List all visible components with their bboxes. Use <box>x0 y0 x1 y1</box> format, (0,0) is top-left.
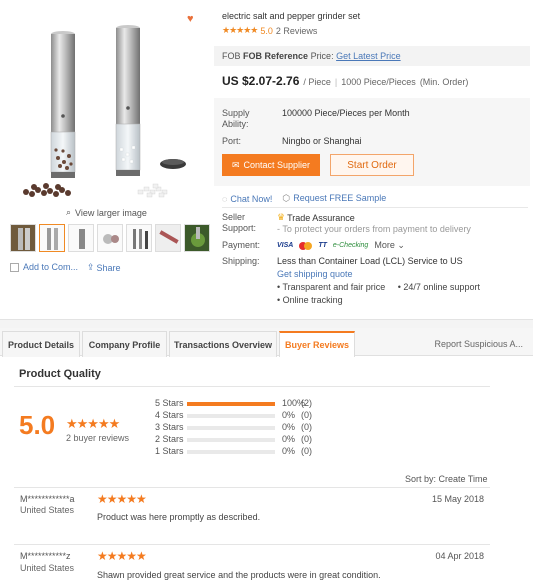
rating-stars-icon: ★★★★★ <box>222 25 258 35</box>
get-latest-price-link[interactable]: Get Latest Price <box>336 51 401 61</box>
tt-icon: TT <box>318 242 327 249</box>
quality-score: 5.0 <box>19 410 56 440</box>
add-to-compare[interactable]: Add to Com... <box>10 262 78 272</box>
review-stars-icon: ★★★★★ <box>97 549 147 563</box>
reviewer-country: United States <box>20 563 75 573</box>
trade-assurance-note: - To protect your orders from payment to… <box>277 224 471 234</box>
thumbnail-2[interactable] <box>39 224 65 252</box>
reviewer-name: M***********z <box>20 551 71 561</box>
echecking-icon: e-Checking <box>332 242 369 249</box>
thumbnail-7[interactable] <box>184 224 210 252</box>
thumbnail-strip <box>10 224 210 252</box>
share-icon: ⇪ <box>87 262 95 272</box>
bullet-row: • Transparent and fair price • 24/7 onli… <box>277 282 480 292</box>
reviews-section: Product Details Company Profile Transact… <box>0 328 533 588</box>
main-product-image[interactable] <box>8 8 208 204</box>
review-stars-icon: ★★★★★ <box>97 492 147 506</box>
chat-row: ◌ Chat Now! ⬡ Request FREE Sample <box>222 193 386 204</box>
contact-supplier-button[interactable]: ✉ Contact Supplier <box>222 154 320 176</box>
more-payments-dropdown[interactable]: More ⌄ <box>374 240 405 251</box>
product-title: electric salt and pepper grinder set <box>222 11 361 21</box>
trade-assurance[interactable]: ♛ Trade Assurance <box>277 212 355 223</box>
report-suspicious-link[interactable]: Report Suspicious A... <box>434 339 523 349</box>
reviewer-country: United States <box>20 505 75 515</box>
moq-note: (Min. Order) <box>419 77 469 87</box>
product-rating: ★★★★★ 5.0 2 Reviews <box>222 25 318 36</box>
reviewer-name: M************a <box>20 494 75 504</box>
request-sample-link[interactable]: ⬡ Request FREE Sample <box>282 193 386 204</box>
product-quality-title: Product Quality <box>19 368 101 380</box>
chevron-down-icon: ⌄ <box>397 240 405 250</box>
supply-ability: Supply Ability: 100000 Piece/Pieces per … <box>222 108 410 129</box>
fob-label: FOB FOB Reference Price: <box>222 51 334 61</box>
thumbnail-6[interactable] <box>155 224 181 252</box>
distribution-fill <box>187 402 275 406</box>
review-text: Shawn provided great service and the pro… <box>97 570 381 580</box>
distribution-row: 3 Stars 0% (0) <box>155 422 312 432</box>
distribution-row: 4 Stars 0% (0) <box>155 410 312 420</box>
buyer-reviews-count: 2 buyer reviews <box>66 433 130 443</box>
trade-assurance-icon: ♛ <box>277 212 286 222</box>
view-larger-image-link[interactable]: ⌕ View larger image <box>66 207 147 218</box>
seller-support-label: Seller Support: <box>222 212 257 233</box>
port: Port: Ningbo or Shanghai <box>222 136 362 146</box>
compare-checkbox[interactable] <box>10 262 19 272</box>
divider <box>222 207 528 208</box>
price-row: US $2.07-2.76 / Piece | 1000 Piece/Piece… <box>222 74 469 88</box>
quality-stars-icon: ★★★★★ <box>66 416 120 431</box>
divider <box>14 544 490 545</box>
share-link[interactable]: ⇪ Share <box>87 262 121 273</box>
product-summary-card: ♥ ⌕ View larger image Add to Com... ⇪ Sh… <box>0 0 533 320</box>
payment-methods: VISA TT e-Checking More ⌄ <box>277 240 405 251</box>
sort-by-dropdown[interactable]: Sort by: Create Time <box>405 474 488 484</box>
chat-now-link[interactable]: ◌ Chat Now! <box>222 194 272 204</box>
thumbnail-1[interactable] <box>10 224 36 252</box>
tab-buyer-reviews[interactable]: Buyer Reviews <box>279 331 355 357</box>
shipping-bullets: • Transparent and fair price • 24/7 onli… <box>277 282 480 308</box>
moq-value: 1000 Piece/Pieces <box>341 77 416 87</box>
get-shipping-quote-link[interactable]: Get shipping quote <box>277 269 353 279</box>
reviews-count-link[interactable]: 2 Reviews <box>276 26 318 36</box>
divider <box>14 386 490 387</box>
tab-bar: Product Details Company Profile Transact… <box>0 328 533 357</box>
fob-price-bar: FOB FOB Reference Price: Get Latest Pric… <box>214 46 530 66</box>
distribution-row: 1 Stars 0% (0) <box>155 446 312 456</box>
price-unit: / Piece <box>303 77 331 87</box>
tab-product-details[interactable]: Product Details <box>2 331 80 357</box>
payment-label: Payment: <box>222 240 261 250</box>
zoom-icon: ⌕ <box>66 207 72 217</box>
tab-transactions-overview[interactable]: Transactions Overview <box>169 331 277 357</box>
mastercard-icon <box>299 241 313 250</box>
thumbnail-3[interactable] <box>68 224 94 252</box>
tab-company-profile[interactable]: Company Profile <box>82 331 167 357</box>
thumbnail-5[interactable] <box>126 224 152 252</box>
review-text: Product was here promptly as described. <box>97 512 261 522</box>
sample-icon: ⬡ <box>282 193 291 203</box>
visa-icon: VISA <box>277 242 294 249</box>
price-value: US $2.07-2.76 <box>222 74 300 88</box>
divider <box>14 487 490 488</box>
favorite-heart-icon[interactable]: ♥ <box>187 14 194 25</box>
chat-icon: ◌ <box>222 193 228 204</box>
shipping-label: Shipping: <box>222 256 260 266</box>
start-order-button[interactable]: Start Order <box>330 154 414 176</box>
review-date: 04 Apr 2018 <box>435 551 484 561</box>
shipping-value: Less than Container Load (LCL) Service t… <box>277 256 463 266</box>
mail-icon: ✉ <box>231 159 240 170</box>
thumbnail-4[interactable] <box>97 224 123 252</box>
distribution-row: 2 Stars 0% (0) <box>155 434 312 444</box>
review-date: 15 May 2018 <box>431 494 484 504</box>
distribution-row: 5 Stars 100% (2) <box>155 398 312 408</box>
bullet-row: • Online tracking <box>277 295 343 305</box>
